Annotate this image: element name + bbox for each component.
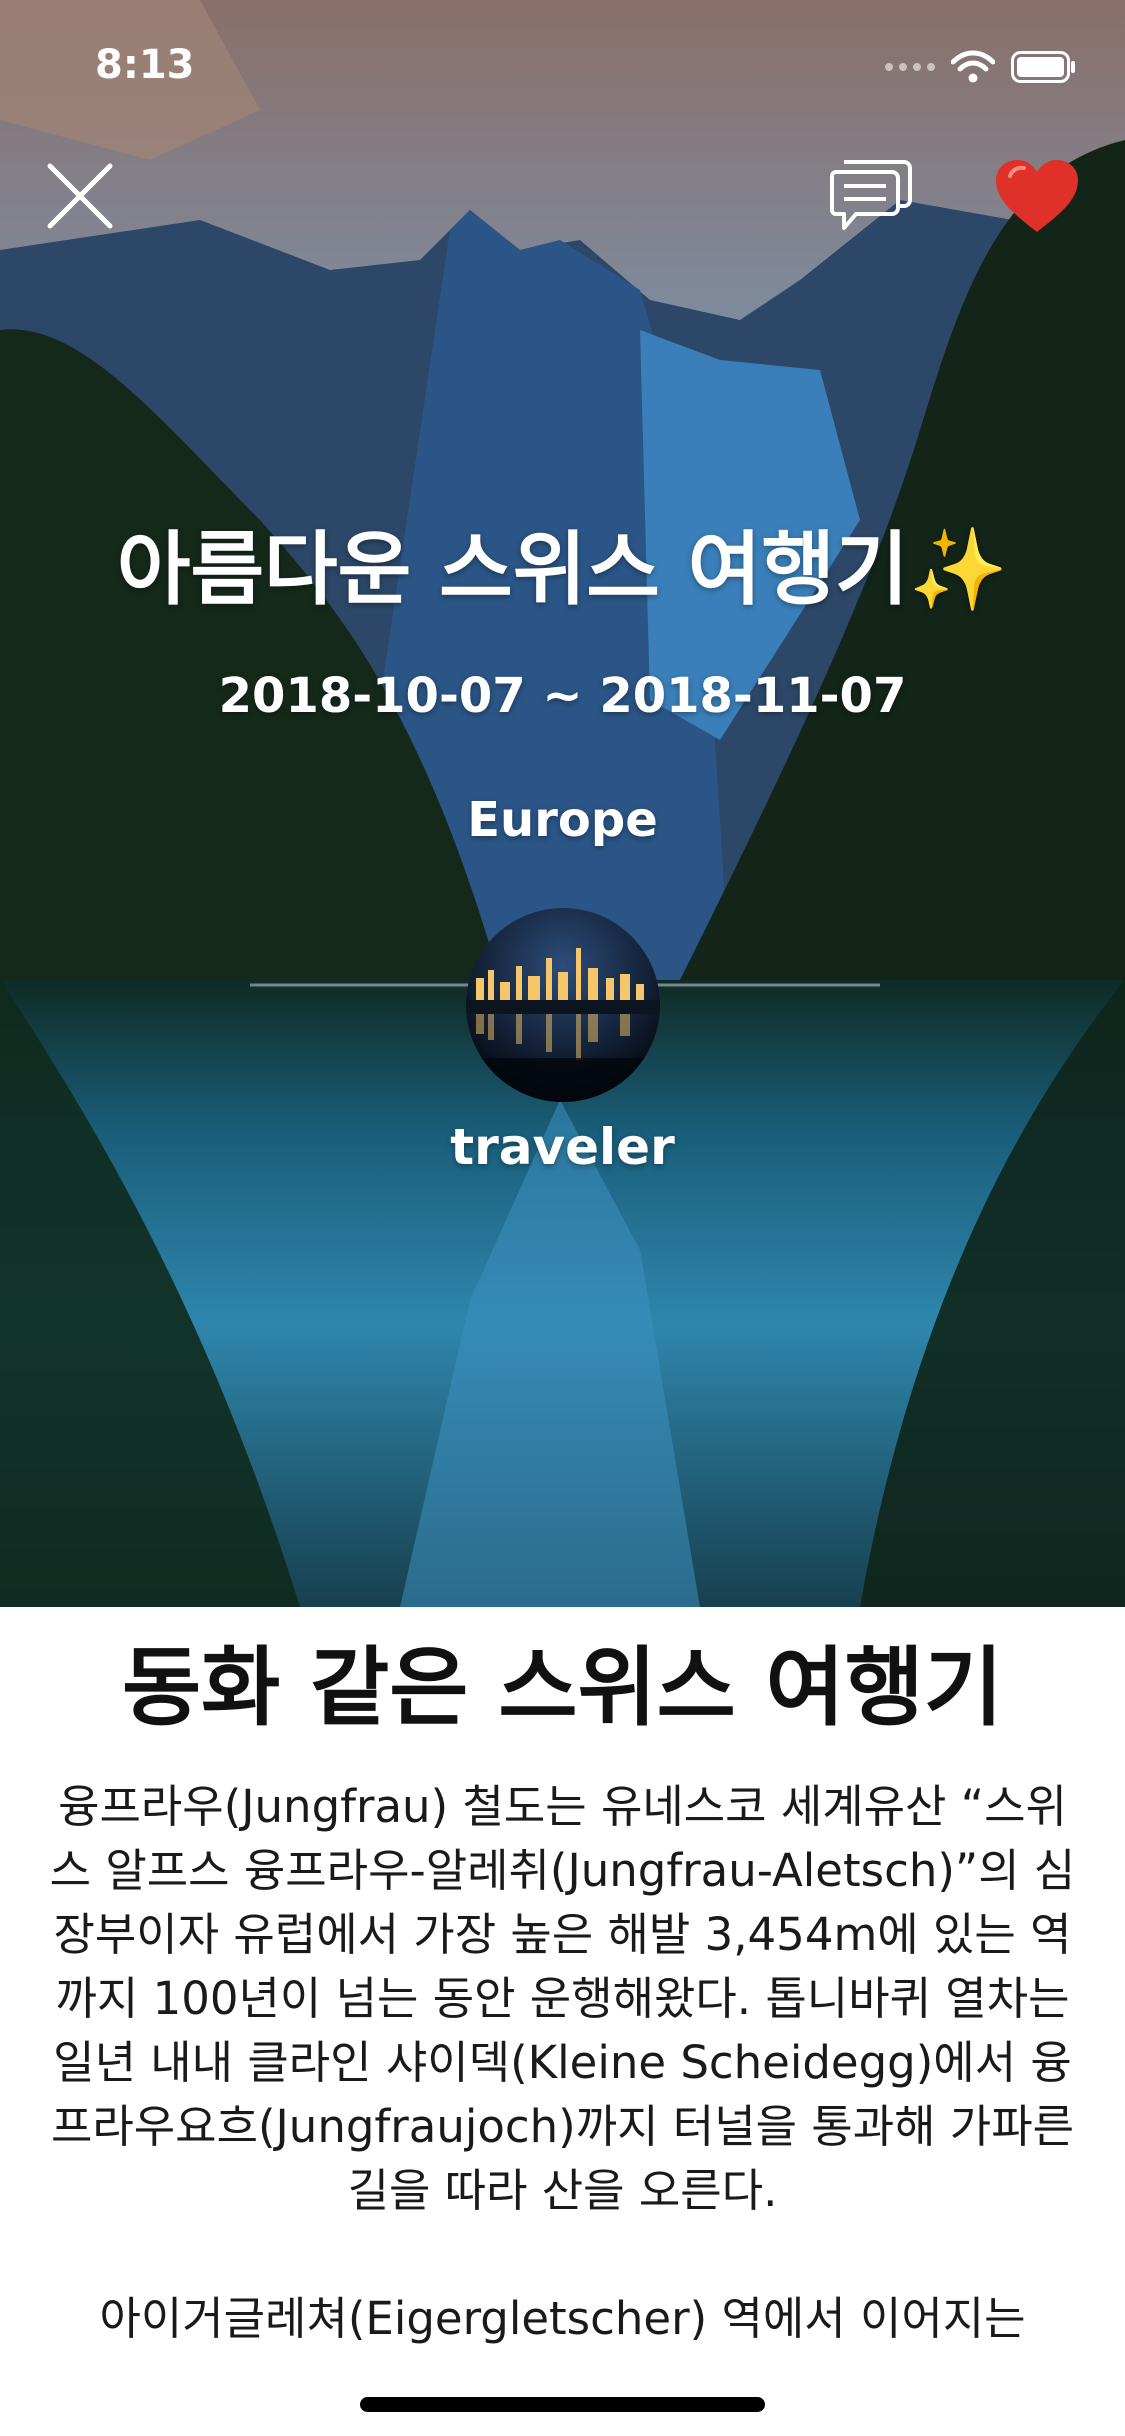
signal-icon xyxy=(885,63,935,71)
trip-title: 아름다운 스위스 여행기✨ xyxy=(116,523,1009,616)
status-icons xyxy=(885,50,1077,84)
heart-icon[interactable] xyxy=(994,158,1080,234)
home-indicator[interactable] xyxy=(360,2397,765,2412)
hero-cover: 8:13 아름다운 스위스 여행기✨ 2018-10-07 ~ 2018-11-… xyxy=(0,0,1125,1607)
trip-region: Europe xyxy=(467,792,658,848)
article-paragraph: 아이거글레쳐(Eigergletscher) 역에서 이어지는 xyxy=(99,2292,1026,2346)
status-bar: 8:13 xyxy=(0,0,1125,130)
article-paragraph: 융프라우(Jungfrau) 철도는 유네스코 세계유산 “스위스 알프스 융프… xyxy=(49,1780,1076,2218)
author-name[interactable]: traveler xyxy=(0,1118,1125,1176)
comment-icon[interactable] xyxy=(830,156,912,236)
battery-icon xyxy=(1011,51,1075,83)
article-body: 융프라우(Jungfrau) 철도는 유네스코 세계유산 “스위스 알프스 융프… xyxy=(48,1775,1077,2351)
article-title: 동화 같은 스위스 여행기 xyxy=(121,1638,1004,1738)
trip-dates: 2018-10-07 ~ 2018-11-07 xyxy=(218,668,907,724)
close-icon[interactable] xyxy=(46,162,114,230)
article: 동화 같은 스위스 여행기 융프라우(Jungfrau) 철도는 유네스코 세계… xyxy=(0,1607,1125,2415)
author-avatar[interactable] xyxy=(466,908,660,1102)
status-time: 8:13 xyxy=(95,42,195,88)
wifi-icon xyxy=(951,50,995,83)
